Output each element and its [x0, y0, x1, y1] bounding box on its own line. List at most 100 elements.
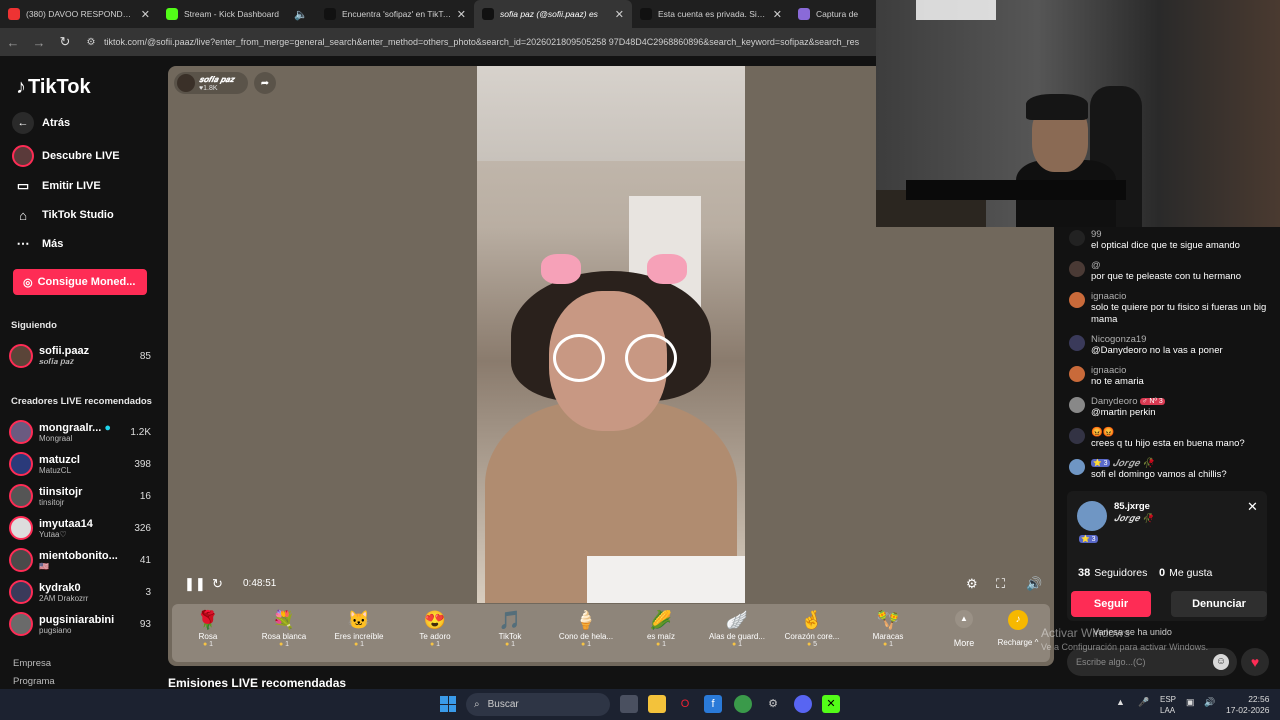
- heart-icon[interactable]: ♥: [1241, 648, 1269, 676]
- gift-item[interactable]: 🪽Alas de guard...1: [700, 608, 774, 648]
- recommended-lives-heading: Emisiones LIVE recomendadas: [168, 676, 347, 690]
- gift-item[interactable]: 🍦Cono de hela...1: [549, 608, 623, 648]
- glasses-right: [625, 334, 677, 382]
- recommended-item[interactable]: tiinsitojr tinsitojr 16: [9, 482, 151, 510]
- browser-tab[interactable]: Stream - Kick Dashboard 🔈: [158, 0, 316, 28]
- level-badge: ⭐ 3: [1091, 459, 1110, 468]
- settings-icon[interactable]: ⚙: [966, 576, 978, 592]
- recommended-item[interactable]: mongraalr... ● Mongraal 1.2K: [9, 418, 151, 446]
- recommended-item[interactable]: pugsiniarabini pugsiano 93: [9, 610, 151, 638]
- close-tab-icon[interactable]: ✕: [141, 8, 150, 21]
- browser-tab[interactable]: Captura de: [790, 0, 876, 28]
- gift-item[interactable]: 🐱Eres increíble1: [322, 608, 396, 648]
- emoji-icon[interactable]: ☺: [1213, 654, 1229, 670]
- url-field[interactable]: tiktok.com/@sofii.paaz/live?enter_from_m…: [104, 37, 876, 47]
- ceiling: [477, 66, 745, 161]
- footer-link[interactable]: Programa: [13, 676, 55, 687]
- language-indicator[interactable]: ESP LAA: [1160, 694, 1176, 716]
- mic-icon[interactable]: 🎤: [1138, 697, 1149, 708]
- sidebar: ♪ TikTok ← Atrás Descubre LIVE ▭ Emitir …: [0, 56, 168, 689]
- chat-message: 😡😡 crees q tu hijo esta en buena mano?: [1069, 427, 1277, 450]
- kick-app-icon[interactable]: ✕: [822, 695, 840, 713]
- gift-item[interactable]: 😍Te adoro1: [398, 608, 472, 648]
- following-item[interactable]: sofii.paaz 𝒔𝒐𝒇𝒊𝒂 𝒑𝒂𝒛 85: [9, 342, 151, 370]
- sidebar-item-tiktok-studio[interactable]: ⌂ TikTok Studio: [12, 204, 162, 226]
- chevron-up-icon[interactable]: ▲: [1116, 697, 1125, 707]
- address-bar: ← → ↻ ⚙ tiktok.com/@sofii.paaz/live?ente…: [0, 28, 876, 56]
- network-icon[interactable]: ▣: [1186, 697, 1195, 708]
- verified-icon: ●: [104, 421, 112, 434]
- clock[interactable]: 22:56 17-02-2026: [1226, 694, 1269, 716]
- sidebar-item-go-live[interactable]: ▭ Emitir LIVE: [12, 175, 162, 197]
- pink-bow-left: [541, 254, 581, 284]
- footer-link[interactable]: Empresa: [13, 658, 51, 669]
- chevron-up-icon: ▲: [955, 610, 973, 628]
- back-arrow-icon[interactable]: ←: [0, 35, 26, 50]
- close-tab-icon[interactable]: ✕: [773, 8, 782, 21]
- avatar: [1069, 292, 1085, 308]
- gift-item[interactable]: 🤞Corazón core...5: [775, 608, 849, 648]
- tiktok-logo[interactable]: ♪ TikTok: [16, 76, 91, 99]
- gift-item[interactable]: 💐Rosa blanca1: [247, 608, 321, 648]
- task-view-icon[interactable]: [620, 695, 638, 713]
- back-link[interactable]: ← Atrás: [12, 112, 162, 134]
- volume-icon[interactable]: 🔊: [1026, 576, 1042, 592]
- refresh-icon[interactable]: ↻: [212, 576, 223, 592]
- report-button[interactable]: Denunciar: [1171, 591, 1267, 617]
- browser-tab[interactable]: (380) DAVOO RESPONDE - CON ✕: [0, 0, 158, 28]
- recharge-button[interactable]: ♪ Recharge ^: [994, 608, 1042, 647]
- monitor: [906, 180, 1126, 200]
- recommended-item[interactable]: kydrak0 2AM Drakozrr 3: [9, 578, 151, 606]
- gift-item[interactable]: 🎵TikTok1: [473, 608, 547, 648]
- chrome-icon[interactable]: [734, 695, 752, 713]
- fl-studio-icon[interactable]: f: [704, 695, 722, 713]
- close-tab-icon[interactable]: ✕: [615, 8, 624, 21]
- sidebar-item-discover-live[interactable]: Descubre LIVE: [12, 145, 162, 167]
- avatar: [1069, 459, 1085, 475]
- discord-icon[interactable]: [794, 695, 812, 713]
- share-icon[interactable]: ➦: [254, 72, 276, 94]
- more-dots-icon: ⋯: [16, 236, 30, 251]
- coin-icon: ♪: [1008, 610, 1028, 630]
- pause-icon[interactable]: ❚❚: [184, 576, 206, 592]
- kick-icon: [166, 8, 178, 20]
- avatar: [9, 344, 33, 368]
- avatar: [9, 420, 33, 444]
- more-gifts-button[interactable]: ▲ More: [944, 608, 984, 648]
- windows-start-icon[interactable]: [440, 696, 456, 712]
- avatar: [1069, 428, 1085, 444]
- recommended-item[interactable]: imyutaa14 Yutaa♡ 326: [9, 514, 151, 542]
- live-video[interactable]: [477, 66, 745, 603]
- get-coins-button[interactable]: ◎ Consigue Moned...: [13, 269, 147, 295]
- browser-tab[interactable]: Encuentra 'sofipaz' en TikTok | ✕: [316, 0, 474, 28]
- gift-item[interactable]: 🌹Rosa1: [171, 608, 245, 648]
- avatar: [1069, 397, 1085, 413]
- reload-icon[interactable]: ↻: [52, 34, 78, 50]
- avatar: [1069, 230, 1085, 246]
- forward-arrow-icon[interactable]: →: [26, 35, 52, 50]
- avatar: [9, 580, 33, 604]
- file-explorer-icon[interactable]: [648, 695, 666, 713]
- taskbar-search[interactable]: ⌕ Buscar: [466, 693, 610, 716]
- fullscreen-icon[interactable]: ⛶: [996, 576, 1005, 592]
- avatar[interactable]: [1077, 501, 1107, 531]
- recommended-item[interactable]: matuzcl MatuzCL 398: [9, 450, 151, 478]
- recommended-item[interactable]: mientobonito... 🇺🇸 41: [9, 546, 151, 574]
- browser-tab-active[interactable]: sofia paz (@sofii.paaz) es ✕: [474, 0, 632, 28]
- follow-button[interactable]: Seguir: [1071, 591, 1151, 617]
- browser-tab[interactable]: Esta cuenta es privada. Sigue e ✕: [632, 0, 790, 28]
- close-tab-icon[interactable]: ✕: [457, 8, 466, 21]
- chat-message: @ por que te peleaste con tu hermano: [1069, 260, 1277, 283]
- streamer-info[interactable]: 𝒔𝒐𝒇𝒊𝒂 𝒑𝒂𝒛 ♥1.8K: [174, 72, 248, 94]
- opera-icon[interactable]: O: [676, 695, 694, 713]
- sidebar-item-more[interactable]: ⋯ Más: [12, 233, 162, 255]
- gift-item[interactable]: 🪇Maracas1: [851, 608, 925, 648]
- volume-icon[interactable]: 🔊: [1204, 697, 1215, 708]
- steam-icon[interactable]: ⚙: [764, 695, 782, 713]
- sound-icon[interactable]: 🔈: [294, 8, 308, 21]
- avatar: [1069, 366, 1085, 382]
- site-info-icon[interactable]: ⚙: [78, 37, 104, 48]
- gift-item[interactable]: 🌽es maíz1: [624, 608, 698, 648]
- close-icon[interactable]: ✕: [1247, 499, 1258, 515]
- chat-input[interactable]: Escribe algo...(C): [1067, 648, 1237, 676]
